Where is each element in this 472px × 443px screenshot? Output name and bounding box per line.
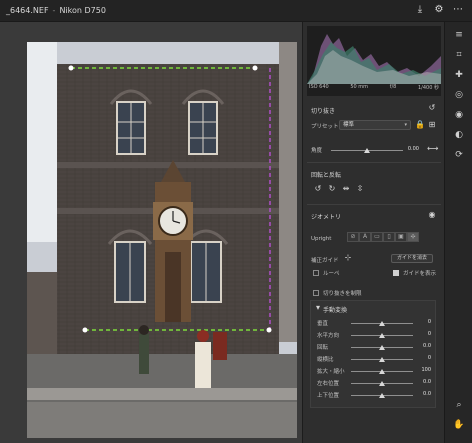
redeye-icon[interactable]: ◉ <box>452 108 466 122</box>
reset-icon[interactable]: ↺ <box>427 103 437 113</box>
crop-overlay-icon[interactable]: ⊞ <box>427 120 437 130</box>
presets-icon[interactable]: ◐ <box>452 128 466 142</box>
lock-icon[interactable]: 🔒 <box>415 120 425 130</box>
crop-section-title: 切り抜き <box>311 108 336 115</box>
divider <box>307 162 441 163</box>
rotate-section-title: 回転と反転 <box>311 172 342 179</box>
image-canvas[interactable] <box>0 22 302 443</box>
zoom-icon[interactable]: ⌕ <box>452 398 466 412</box>
edit-icon[interactable]: ≡ <box>452 28 466 42</box>
slider-value[interactable]: 0 <box>415 355 431 362</box>
document-title: _6464.NEF - Nikon D750 <box>6 6 106 15</box>
geometry-section-title: ジオメトリ <box>311 214 342 221</box>
manual-transform-panel: ▾ 手動変換 垂直 0 水平方向 0 回転 0.0 縦横比 0 拡大・縮小 100 左右位置 0.0 上… <box>310 300 436 408</box>
constrain-crop-checkbox[interactable] <box>313 290 319 296</box>
slider-value[interactable]: 0.0 <box>415 379 431 386</box>
preset-label: プリセット <box>311 124 339 130</box>
slider-label: 水平方向 <box>317 333 340 339</box>
guided-tool-icon[interactable]: ⊹ <box>343 253 353 263</box>
preset-dropdown[interactable]: 標準 ▾ <box>339 120 411 130</box>
flip-vertical-icon[interactable]: ⇳ <box>355 184 365 194</box>
visibility-eye-icon[interactable]: ◉ <box>427 210 437 220</box>
save-icon[interactable]: ⤓ <box>414 4 426 16</box>
more-icon[interactable]: ⋯ <box>452 4 464 16</box>
transform-slider-thumb[interactable] <box>379 345 385 350</box>
chevron-down-icon[interactable]: ▾ <box>313 303 323 313</box>
slider-label: 縦横比 <box>317 357 334 363</box>
constrain-crop-label: 切り抜きを制限 <box>323 291 362 297</box>
building-photo <box>27 42 297 438</box>
shutter-speed: 1/400 秒 <box>417 85 439 91</box>
show-guides-label: ガイドを表示 <box>403 271 437 277</box>
manual-transform-title: 手動変換 <box>323 307 348 314</box>
upright-vertical-icon[interactable]: ▯ <box>383 232 395 242</box>
angle-label: 角度 <box>311 148 323 154</box>
straighten-icon[interactable]: ⟷ <box>427 144 438 154</box>
rotate-left-icon[interactable]: ↺ <box>313 184 323 194</box>
snapshot-icon[interactable]: ⟳ <box>452 148 466 162</box>
transform-slider-thumb[interactable] <box>379 321 385 326</box>
upright-label: Upright <box>311 236 332 242</box>
angle-value[interactable]: 0.00 <box>403 146 419 153</box>
camera-model: Nikon D750 <box>59 6 106 15</box>
focal-length: 50 mm <box>350 84 369 90</box>
aperture: f/8 <box>389 84 397 90</box>
slider-label: 回転 <box>317 345 329 351</box>
crop-icon[interactable]: ⌗ <box>452 48 466 62</box>
flip-horizontal-icon[interactable]: ⇹ <box>341 184 351 194</box>
slider-label: 左右位置 <box>317 381 340 387</box>
slider-value[interactable]: 0 <box>415 319 431 326</box>
photo-preview[interactable] <box>27 42 297 438</box>
slider-value[interactable]: 0.0 <box>415 391 431 398</box>
upright-level-icon[interactable]: ▭ <box>371 232 383 242</box>
preset-value: 標準 <box>343 122 355 128</box>
capture-info: ISO 640 50 mm f/8 1/400 秒 <box>309 84 439 91</box>
transform-slider-thumb[interactable] <box>379 357 385 362</box>
upright-full-icon[interactable]: ▣ <box>395 232 407 242</box>
upright-auto-icon[interactable]: A <box>359 232 371 242</box>
slider-label: 上下位置 <box>317 393 340 399</box>
rotate-right-icon[interactable]: ↻ <box>327 184 337 194</box>
slider-value[interactable]: 0 <box>415 331 431 338</box>
transform-slider-thumb[interactable] <box>379 333 385 338</box>
guides-label: 補正ガイド <box>311 258 339 264</box>
tool-strip: ≡ ⌗ ✚ ◎ ◉ ◐ ⟳ ⌕ ✋ <box>444 22 472 443</box>
heal-icon[interactable]: ✚ <box>452 68 466 82</box>
mask-icon[interactable]: ◎ <box>452 88 466 102</box>
slider-label: 垂直 <box>317 321 329 327</box>
upright-mode-group: ⊘ A ▭ ▯ ▣ ⊹ <box>347 232 431 242</box>
hand-icon[interactable]: ✋ <box>452 418 466 432</box>
loupe-label: ルーペ <box>323 271 340 277</box>
slider-value[interactable]: 0.0 <box>415 343 431 350</box>
filename: _6464.NEF <box>6 6 49 15</box>
slider-label: 拡大・縮小 <box>317 369 345 375</box>
gear-icon[interactable]: ⚙ <box>433 4 445 16</box>
transform-slider-thumb[interactable] <box>379 393 385 398</box>
loupe-checkbox[interactable] <box>313 270 319 276</box>
divider <box>307 204 441 205</box>
show-guides-checkbox[interactable] <box>393 270 399 276</box>
upright-guided-icon[interactable]: ⊹ <box>407 232 419 242</box>
transform-slider-thumb[interactable] <box>379 381 385 386</box>
slider-value[interactable]: 100 <box>415 367 431 374</box>
title-bar: _6464.NEF - Nikon D750 ⤓ ⚙ ⋯ <box>0 0 472 22</box>
clear-guides-button[interactable]: ガイドを消去 <box>391 254 433 263</box>
transform-slider-thumb[interactable] <box>379 369 385 374</box>
angle-slider-thumb[interactable] <box>364 148 370 153</box>
iso-value: ISO 640 <box>309 84 329 90</box>
upright-off-icon[interactable]: ⊘ <box>347 232 359 242</box>
